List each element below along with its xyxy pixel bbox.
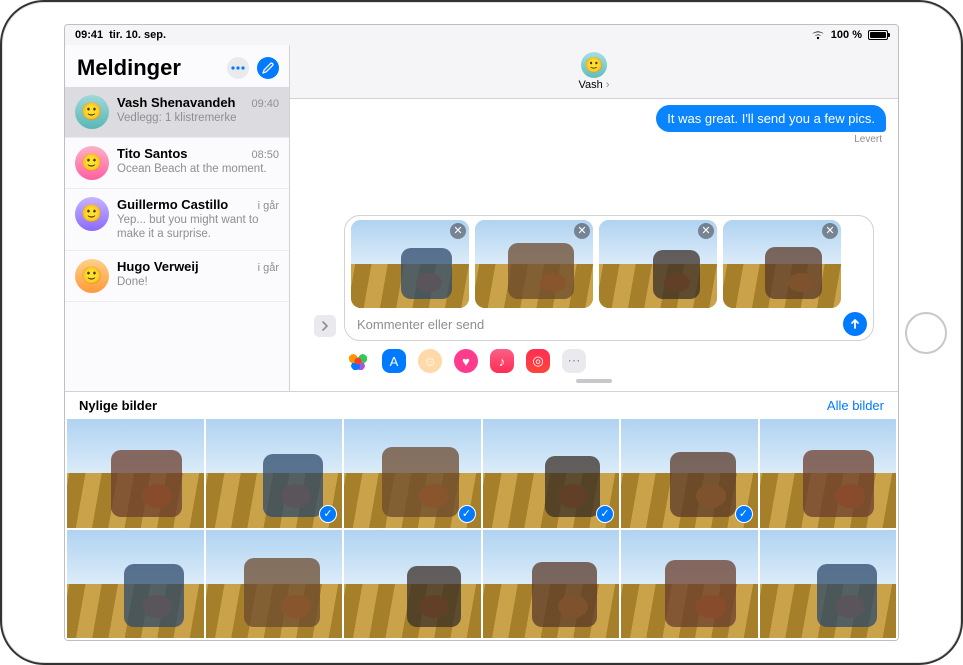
status-date: tir. 10. sep. <box>109 29 166 41</box>
conversation-name: Hugo Verweij <box>117 259 199 274</box>
conversation-time: 08:50 <box>251 149 279 161</box>
conversation-sidebar: Meldinger 🙂 Vash Shenavandeh <box>65 45 290 391</box>
conversation-preview: Yep... but you might want to make it a s… <box>117 213 279 242</box>
conversation-name: Vash Shenavandeh <box>117 95 236 110</box>
send-button[interactable] <box>843 312 867 336</box>
chat-header[interactable]: 🙂 Vash <box>290 45 898 99</box>
photo-thumbnail[interactable]: ✓ <box>483 419 620 527</box>
avatar: 🙂 <box>75 259 109 293</box>
chat-pane: 🙂 Vash It was great. I'll send you a few… <box>290 45 898 391</box>
memoji-app-icon[interactable]: ☺ <box>418 349 442 373</box>
conversation-item[interactable]: 🙂 Guillermo Castillo i går Yep... but yo… <box>65 189 289 251</box>
photo-thumbnail[interactable] <box>344 530 481 638</box>
avatar: 🙂 <box>75 146 109 180</box>
digital-touch-app-icon[interactable]: ♥ <box>454 349 478 373</box>
photo-thumbnail[interactable] <box>206 530 343 638</box>
conversation-time: 09:40 <box>251 98 279 110</box>
photo-thumbnail[interactable] <box>483 530 620 638</box>
conversation-name: Guillermo Castillo <box>117 197 228 212</box>
screen: 09:41 tir. 10. sep. 100 % Meldinger <box>64 24 899 641</box>
status-bar: 09:41 tir. 10. sep. 100 % <box>65 25 898 45</box>
battery-icon <box>868 30 888 40</box>
attachment-thumbnail[interactable]: ✕ <box>599 220 717 308</box>
photo-thumbnail[interactable]: ✓ <box>621 419 758 527</box>
delivered-label: Levert <box>302 134 882 145</box>
selected-badge: ✓ <box>596 505 614 523</box>
message-thread: It was great. I'll send you a few pics. … <box>290 99 898 391</box>
conversation-item[interactable]: 🙂 Hugo Verweij i går Done! <box>65 251 289 302</box>
photo-thumbnail[interactable] <box>67 419 204 527</box>
wifi-icon <box>811 30 825 40</box>
imessage-apps-row: A ☺ ♥ ♪ ◎ ⋯ <box>302 347 886 379</box>
photo-thumbnail[interactable] <box>760 530 897 638</box>
conversation-name: Tito Santos <box>117 146 188 161</box>
clips-app-icon[interactable]: ◎ <box>526 349 550 373</box>
contact-avatar: 🙂 <box>581 52 607 78</box>
conversation-item[interactable]: 🙂 Vash Shenavandeh 09:40 Vedlegg: 1 klis… <box>65 87 289 138</box>
conversation-time: i går <box>258 262 279 274</box>
selected-badge: ✓ <box>735 505 753 523</box>
attachment-thumbnail[interactable]: ✕ <box>723 220 841 308</box>
all-photos-link[interactable]: Alle bilder <box>827 398 884 413</box>
avatar: 🙂 <box>75 95 109 129</box>
photos-app-icon[interactable] <box>346 349 370 373</box>
ipad-frame: 09:41 tir. 10. sep. 100 % Meldinger <box>0 0 963 665</box>
conversation-preview: Done! <box>117 275 279 289</box>
conversation-preview: Vedlegg: 1 klistremerke <box>117 111 279 125</box>
conversation-item[interactable]: 🙂 Tito Santos 08:50 Ocean Beach at the m… <box>65 138 289 189</box>
message-input[interactable] <box>351 313 843 336</box>
conversation-preview: Ocean Beach at the moment. <box>117 162 279 176</box>
photo-thumbnail[interactable]: ✓ <box>344 419 481 527</box>
drawer-title: Nylige bilder <box>79 398 157 413</box>
more-apps-icon[interactable]: ⋯ <box>562 349 586 373</box>
drawer-handle[interactable] <box>576 379 612 383</box>
photo-thumbnail[interactable] <box>67 530 204 638</box>
music-app-icon[interactable]: ♪ <box>490 349 514 373</box>
battery-percent: 100 % <box>831 29 862 41</box>
app-title: Meldinger <box>77 55 181 81</box>
conversation-time: i går <box>258 200 279 212</box>
compose-area: ✕✕✕✕ <box>302 215 886 347</box>
attachment-thumbnail[interactable]: ✕ <box>351 220 469 308</box>
compose-button[interactable] <box>257 57 279 79</box>
more-button[interactable] <box>227 57 249 79</box>
photo-thumbnail[interactable] <box>760 419 897 527</box>
avatar: 🙂 <box>75 197 109 231</box>
attachment-thumbnail[interactable]: ✕ <box>475 220 593 308</box>
selected-badge: ✓ <box>458 505 476 523</box>
contact-name: Vash <box>579 79 610 91</box>
sent-message-bubble: It was great. I'll send you a few pics. <box>656 105 886 132</box>
expand-apps-button[interactable] <box>314 315 336 337</box>
photo-thumbnail[interactable] <box>621 530 758 638</box>
selected-badge: ✓ <box>319 505 337 523</box>
photo-drawer: Nylige bilder Alle bilder ✓ ✓ ✓ ✓ <box>65 391 898 640</box>
status-time: 09:41 <box>75 29 103 41</box>
photo-thumbnail[interactable]: ✓ <box>206 419 343 527</box>
app-store-app-icon[interactable]: A <box>382 349 406 373</box>
compose-field[interactable]: ✕✕✕✕ <box>344 215 874 341</box>
home-button[interactable] <box>905 312 947 354</box>
